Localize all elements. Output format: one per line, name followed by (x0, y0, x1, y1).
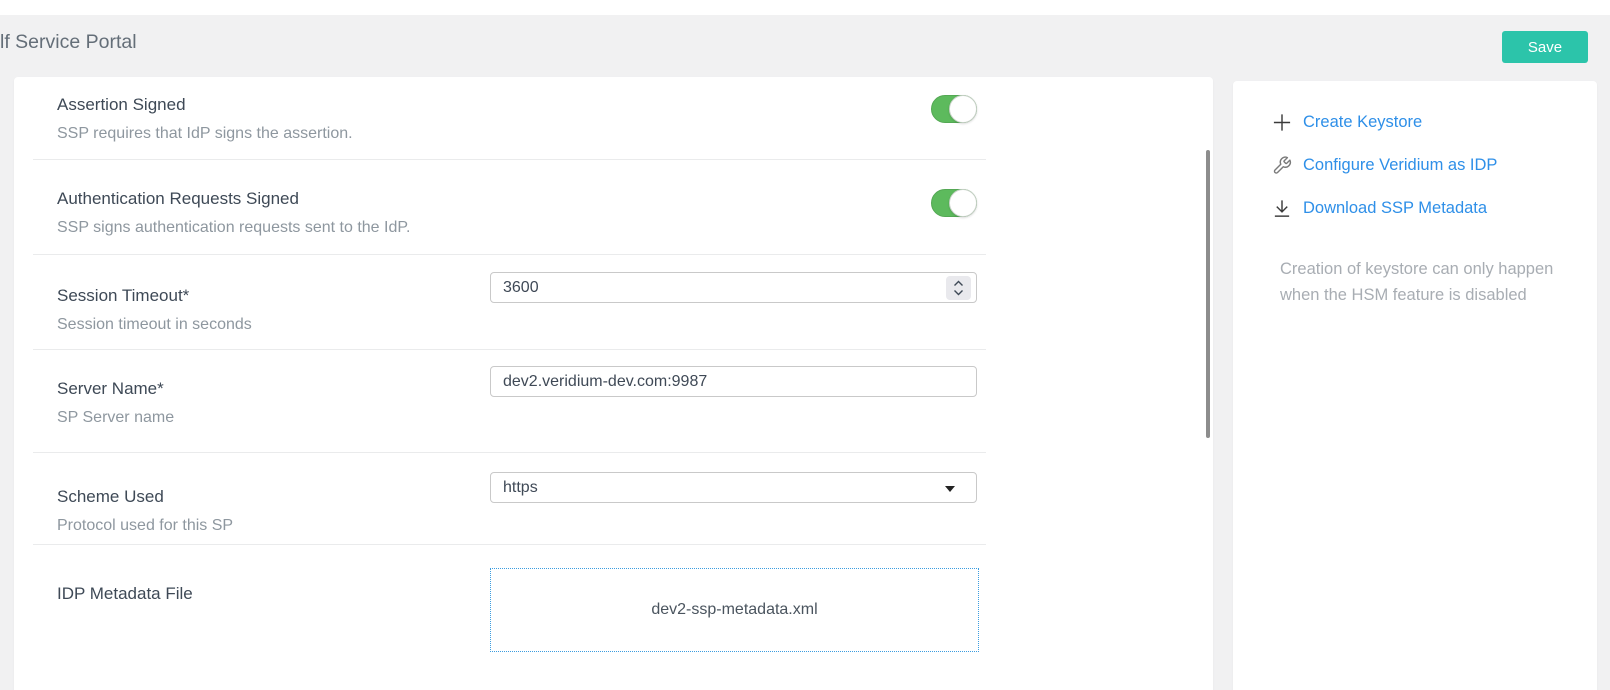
setting-description: SP Server name (57, 408, 490, 427)
setting-description: Protocol used for this SP (57, 516, 490, 535)
setting-control-col: https (490, 472, 977, 503)
idp-metadata-dropzone[interactable]: dev2-ssp-metadata.xml (490, 568, 979, 652)
setting-label: Scheme Used (57, 487, 490, 507)
toggle-knob (949, 95, 977, 123)
top-strip (0, 0, 1610, 15)
setting-label-col: Authentication Requests Signed SSP signs… (57, 189, 490, 237)
side-link-label: Download SSP Metadata (1303, 199, 1487, 218)
configure-veridium-idp-link[interactable]: Configure Veridium as IDP (1272, 144, 1597, 187)
settings-card: Assertion Signed SSP requires that IdP s… (14, 77, 1213, 690)
setting-label-col: Scheme Used Protocol used for this SP (57, 472, 490, 535)
setting-label: Session Timeout* (57, 286, 490, 306)
setting-label-col: IDP Metadata File (57, 568, 490, 604)
chevron-up-icon (953, 280, 964, 287)
setting-row-auth-requests-signed: Authentication Requests Signed SSP signs… (33, 160, 986, 255)
setting-description: Session timeout in seconds (57, 315, 490, 334)
setting-row-server-name: Server Name* SP Server name (33, 350, 986, 453)
download-ssp-metadata-link[interactable]: Download SSP Metadata (1272, 187, 1597, 230)
page-title: lf Service Portal (0, 31, 137, 54)
session-timeout-input[interactable] (490, 272, 977, 303)
setting-row-assertion-signed: Assertion Signed SSP requires that IdP s… (33, 77, 986, 160)
number-stepper[interactable] (946, 276, 971, 300)
setting-label: IDP Metadata File (57, 584, 490, 604)
vertical-scrollbar[interactable] (1206, 150, 1210, 438)
setting-description: SSP signs authentication requests sent t… (57, 218, 490, 237)
setting-label: Authentication Requests Signed (57, 189, 490, 209)
side-link-label: Configure Veridium as IDP (1303, 156, 1497, 175)
scheme-select-value: https (503, 479, 538, 497)
toggle-knob (949, 189, 977, 217)
wrench-icon (1272, 155, 1292, 177)
setting-control-col (490, 272, 977, 303)
idp-metadata-filename: dev2-ssp-metadata.xml (651, 601, 817, 619)
save-button[interactable]: Save (1502, 31, 1588, 63)
setting-label-col: Assertion Signed SSP requires that IdP s… (57, 95, 490, 143)
setting-label-col: Session Timeout* Session timeout in seco… (57, 272, 490, 334)
settings-page: lf Service Portal Save Assertion Signed … (0, 0, 1610, 690)
setting-description: SSP requires that IdP signs the assertio… (57, 124, 490, 143)
chevron-down-icon (953, 289, 964, 296)
plus-icon (1272, 112, 1292, 134)
side-link-label: Create Keystore (1303, 113, 1422, 132)
settings-rows: Assertion Signed SSP requires that IdP s… (33, 77, 986, 690)
dropdown-caret-icon (945, 486, 955, 492)
create-keystore-link[interactable]: Create Keystore (1272, 101, 1597, 144)
auth-requests-signed-toggle[interactable] (931, 189, 977, 217)
scheme-select[interactable]: https (490, 472, 977, 503)
setting-control-col (490, 189, 977, 217)
server-name-input[interactable] (490, 366, 977, 397)
assertion-signed-toggle[interactable] (931, 95, 977, 123)
setting-label: Assertion Signed (57, 95, 490, 115)
setting-control-col (490, 366, 977, 397)
keystore-hsm-note: Creation of keystore can only happen whe… (1280, 256, 1558, 308)
setting-label-col: Server Name* SP Server name (57, 366, 490, 427)
setting-row-session-timeout: Session Timeout* Session timeout in seco… (33, 255, 986, 350)
setting-row-scheme-used: Scheme Used Protocol used for this SP ht… (33, 453, 986, 545)
actions-sidebar: Create Keystore Configure Veridium as ID… (1233, 81, 1597, 690)
setting-control-col: dev2-ssp-metadata.xml (490, 568, 977, 652)
setting-row-idp-metadata-file: IDP Metadata File dev2-ssp-metadata.xml … (33, 545, 986, 690)
setting-control-col (490, 95, 977, 123)
setting-label: Server Name* (57, 379, 490, 399)
download-icon (1272, 198, 1292, 220)
